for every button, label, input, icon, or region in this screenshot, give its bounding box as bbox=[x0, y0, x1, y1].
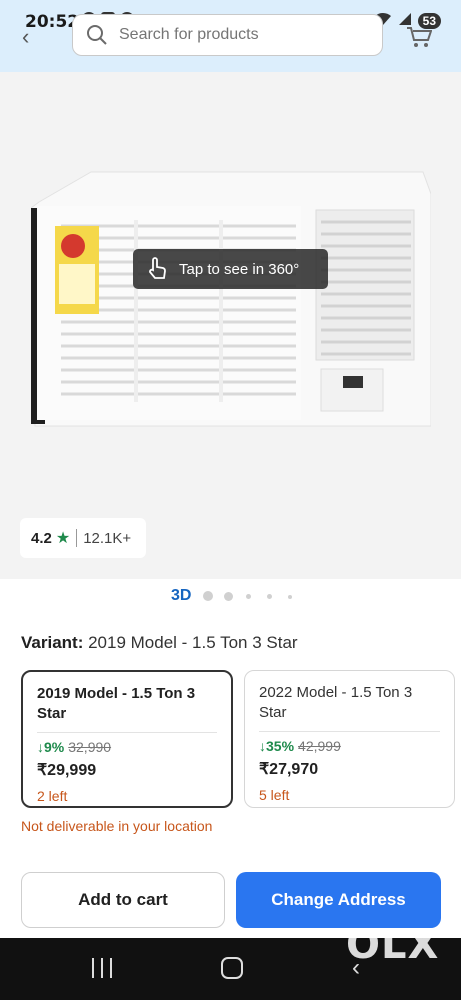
variant-selected-value: 2019 Model - 1.5 Ton 3 Star bbox=[88, 633, 298, 652]
tap-360-label: Tap to see in 360° bbox=[179, 260, 300, 278]
selling-price: ₹29,999 bbox=[37, 762, 97, 779]
rating-count: 12.1K+ bbox=[83, 529, 132, 547]
discount-percent: ↓35% bbox=[259, 738, 295, 754]
hand-tap-icon bbox=[149, 257, 166, 279]
pager-dot[interactable] bbox=[203, 591, 213, 601]
variant-label: Variant: bbox=[21, 633, 84, 652]
selling-price: ₹27,970 bbox=[259, 761, 319, 778]
olx-watermark-logo: OLX bbox=[346, 922, 440, 968]
tap-360-button[interactable]: Tap to see in 360° bbox=[133, 249, 328, 289]
original-price: 32,990 bbox=[68, 739, 112, 755]
pager-3d-label[interactable]: 3D bbox=[171, 587, 191, 605]
recents-icon[interactable] bbox=[92, 958, 112, 978]
discount-row: ↓9% 32,990 bbox=[37, 739, 217, 755]
rating-badge[interactable]: 4.2 ★ 12.1K+ bbox=[20, 518, 146, 558]
delivery-notice: Not deliverable in your location bbox=[21, 818, 213, 834]
search-input[interactable] bbox=[119, 26, 359, 44]
discount-row: ↓35% 42,999 bbox=[259, 738, 440, 754]
product-image-gallery[interactable]: Tap to see in 360° 4.2 ★ 12.1K+ bbox=[0, 72, 461, 579]
rating-divider bbox=[76, 529, 78, 547]
back-arrow-icon[interactable]: ‹ bbox=[22, 24, 29, 50]
change-address-button[interactable]: Change Address bbox=[236, 872, 441, 928]
variant-option-2022[interactable]: 2022 Model - 1.5 Ton 3 Star ↓35% 42,999 … bbox=[244, 670, 455, 808]
air-conditioner-image bbox=[31, 171, 431, 427]
add-to-cart-button[interactable]: Add to cart bbox=[21, 872, 225, 928]
variant-name: 2019 Model - 1.5 Ton 3 Star bbox=[37, 685, 196, 722]
status-time: 20:52 bbox=[25, 12, 80, 32]
stock-left: 5 left bbox=[259, 787, 290, 803]
pager-dot[interactable] bbox=[288, 595, 292, 599]
cart-icon[interactable] bbox=[406, 26, 432, 48]
rating-value: 4.2 bbox=[31, 529, 52, 547]
pager-dot[interactable] bbox=[267, 594, 272, 599]
top-header: 20:52 53 ‹ bbox=[0, 0, 461, 72]
stock-left: 2 left bbox=[37, 788, 68, 804]
variant-option-2019[interactable]: 2019 Model - 1.5 Ton 3 Star ↓9% 32,990 ₹… bbox=[21, 670, 233, 808]
variant-heading: Variant: 2019 Model - 1.5 Ton 3 Star bbox=[21, 633, 298, 653]
original-price: 42,999 bbox=[298, 738, 341, 754]
discount-percent: ↓9% bbox=[37, 739, 65, 755]
divider bbox=[37, 732, 217, 733]
divider bbox=[259, 731, 440, 732]
home-icon[interactable] bbox=[221, 957, 243, 979]
pager-dot[interactable] bbox=[224, 592, 233, 601]
search-bar[interactable] bbox=[72, 14, 383, 56]
image-pager[interactable]: 3D bbox=[0, 584, 461, 608]
variant-name: 2022 Model - 1.5 Ton 3 Star bbox=[259, 684, 413, 721]
pager-dot[interactable] bbox=[246, 594, 251, 599]
star-icon: ★ bbox=[55, 530, 71, 547]
search-icon bbox=[87, 25, 107, 45]
